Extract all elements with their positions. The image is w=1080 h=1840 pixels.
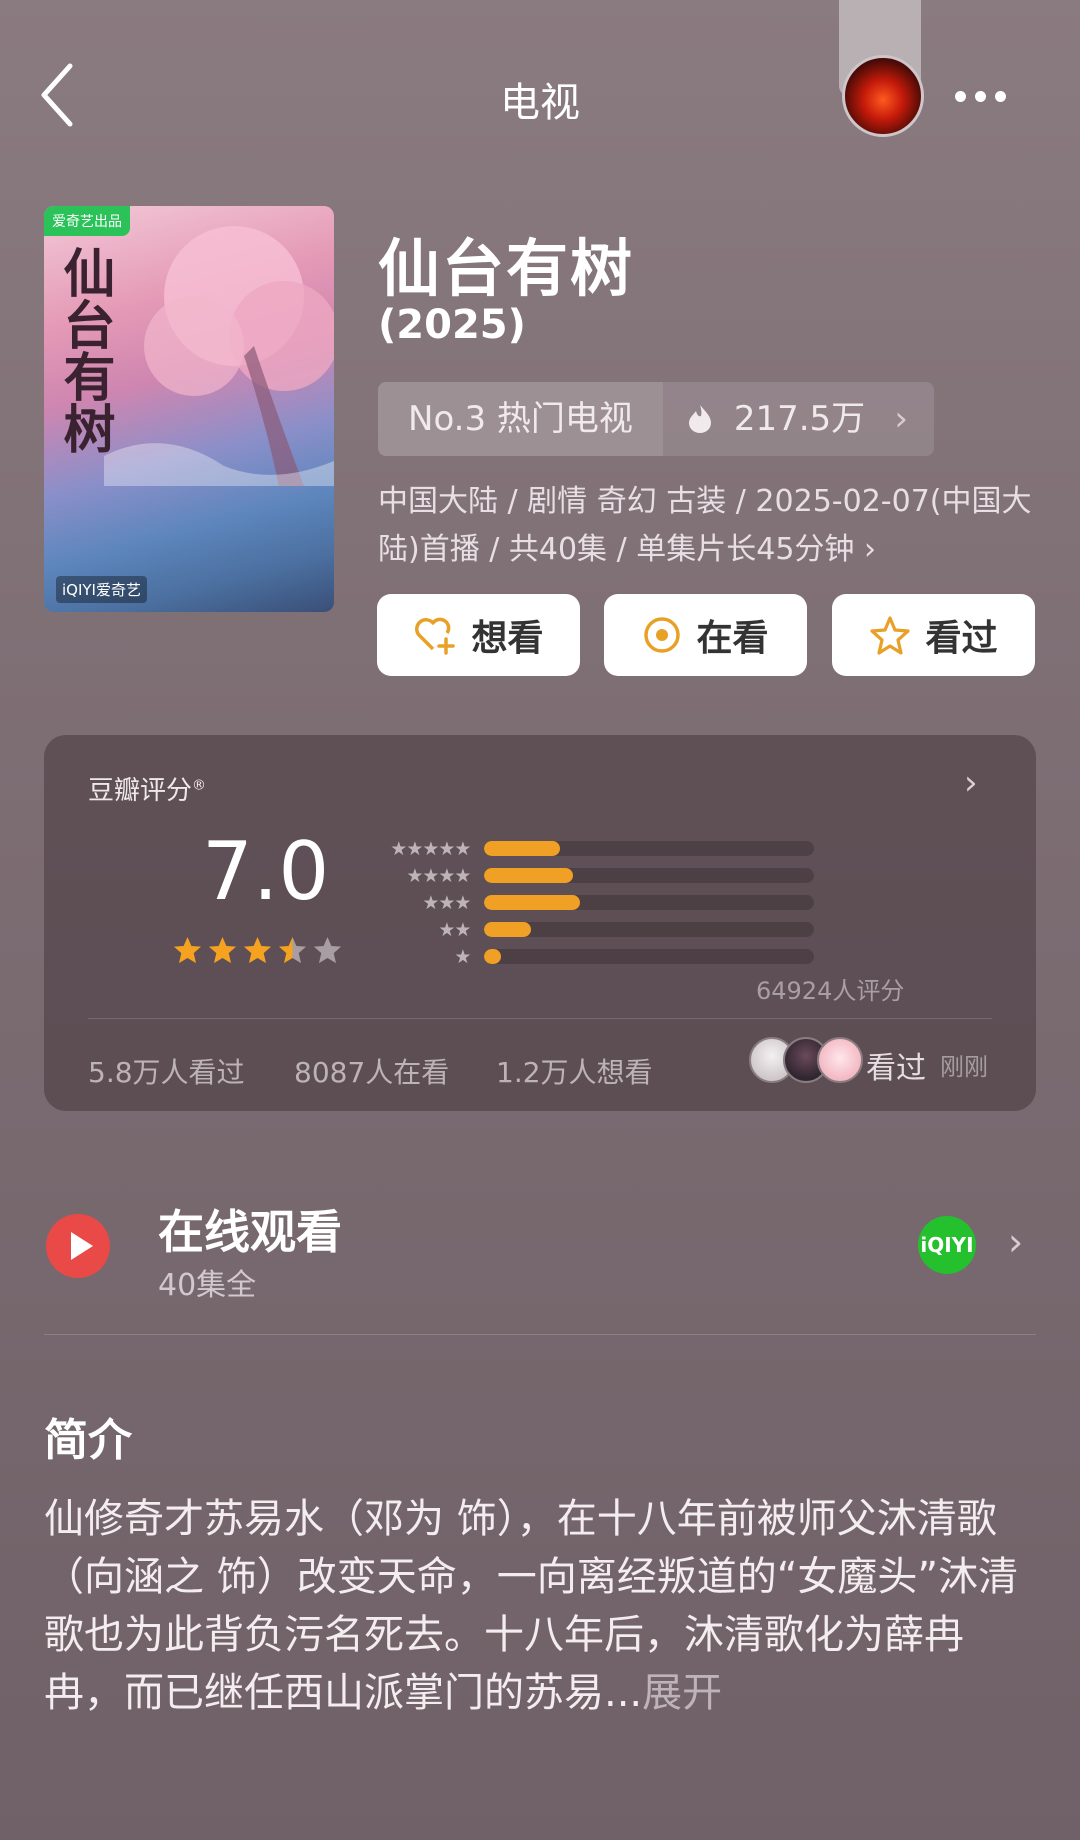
- friend-avatars[interactable]: [749, 1037, 863, 1083]
- user-avatar[interactable]: [842, 55, 924, 137]
- rating-bar-row: ★★★: [384, 889, 814, 916]
- intro-heading: 简介: [44, 1415, 132, 1466]
- iqiyi-logo-icon[interactable]: iQIYI: [918, 1216, 976, 1274]
- play-icon: [71, 1232, 93, 1260]
- bar-track: [484, 868, 814, 883]
- want-label: 想看: [471, 618, 544, 659]
- rating-score: 7.0: [202, 825, 330, 918]
- rating-star-icon: [243, 936, 272, 964]
- more-button[interactable]: [955, 87, 1015, 106]
- rating-stars: [172, 935, 343, 966]
- bar-star-label: ★★★★★: [390, 837, 471, 860]
- heat-value: 217.5万: [733, 399, 866, 439]
- play-button[interactable]: [46, 1214, 110, 1278]
- watching-count: 8087人在看: [294, 1056, 450, 1089]
- rating-star-icon: [173, 936, 202, 964]
- rating-card[interactable]: 豆瓣评分® › 7.0 ★★★★★ ★★★★ ★★★ ★★ ★ 64924人评分 5.8…: [44, 735, 1036, 1111]
- star-icon: [870, 616, 911, 655]
- show-year: (2025): [378, 302, 526, 348]
- watched-button[interactable]: 看过: [832, 594, 1035, 676]
- online-watch-title[interactable]: 在线观看: [158, 1196, 342, 1262]
- heart-plus-icon: [415, 617, 456, 655]
- intro-body: 仙修奇才苏易水（邓为 饰），在十八年前被师父沐清歌（向涵之 饰）改变天命，一向离…: [44, 1496, 1019, 1716]
- bar-fill: [484, 868, 574, 883]
- watching-label: 在看: [696, 618, 769, 659]
- poster-brand: iQIYI爱奇艺: [56, 576, 147, 603]
- show-poster[interactable]: 爱奇艺出品 仙台有树 iQIYI爱奇艺: [44, 206, 334, 612]
- rating-star-icon: [278, 936, 307, 964]
- bar-star-label: ★★★: [422, 891, 471, 914]
- bar-star-label: ★★★★: [406, 864, 471, 887]
- rating-label: 豆瓣评分®: [88, 776, 207, 806]
- bar-fill: [484, 841, 561, 856]
- chevron-right-icon[interactable]: ›: [1008, 1220, 1023, 1264]
- episode-count: 40集全: [158, 1268, 257, 1303]
- more-icon: [955, 91, 966, 102]
- target-icon: [644, 617, 681, 653]
- divider: [44, 1334, 1036, 1335]
- rating-star-icon: [208, 936, 237, 964]
- seen-count: 5.8万人看过: [88, 1056, 245, 1089]
- avatar: [817, 1037, 863, 1083]
- bar-track: [484, 841, 814, 856]
- rating-bar-row: ★★: [384, 916, 814, 943]
- bar-track: [484, 922, 814, 937]
- chevron-right-icon: ›: [894, 399, 908, 439]
- bar-fill: [484, 922, 531, 937]
- chevron-right-icon[interactable]: ›: [964, 763, 978, 803]
- rating-star-icon: [313, 936, 342, 964]
- bar-star-label: ★: [454, 945, 471, 968]
- bar-fill: [484, 949, 501, 964]
- heat-value-wrap: 217.5万 ›: [663, 382, 934, 456]
- friend-time: 刚刚: [940, 1053, 988, 1081]
- rating-distribution: ★★★★★ ★★★★ ★★★ ★★ ★: [384, 835, 814, 970]
- show-title: 仙台有树: [378, 232, 635, 305]
- rank-box[interactable]: No.3 热门电视 217.5万 ›: [378, 382, 934, 456]
- bar-fill: [484, 895, 581, 910]
- bar-track: [484, 949, 814, 964]
- bar-star-label: ★★: [438, 918, 471, 941]
- flame-icon: [687, 399, 734, 439]
- rating-bar-row: ★★★★★: [384, 835, 814, 862]
- show-meta[interactable]: 中国大陆 / 剧情 奇幻 古装 / 2025-02-07(中国大陆)首播 / 共…: [378, 478, 1038, 574]
- divider: [88, 1018, 992, 1019]
- want-count: 1.2万人想看: [496, 1056, 653, 1089]
- rank-label: No.3 热门电视: [378, 382, 663, 456]
- friend-action: 看过: [866, 1051, 926, 1086]
- poster-tree-art: [104, 226, 334, 486]
- want-button[interactable]: 想看: [377, 594, 580, 676]
- bar-track: [484, 895, 814, 910]
- rating-bar-row: ★★★★: [384, 862, 814, 889]
- rating-bar-row: ★: [384, 943, 814, 970]
- watching-button[interactable]: 在看: [604, 594, 807, 676]
- watched-label: 看过: [925, 618, 998, 659]
- expand-link[interactable]: 展开: [642, 1670, 722, 1716]
- intro-text: 仙修奇才苏易水（邓为 饰），在十八年前被师父沐清歌（向涵之 饰）改变天命，一向离…: [44, 1490, 1036, 1722]
- rating-count: 64924人评分: [756, 977, 905, 1005]
